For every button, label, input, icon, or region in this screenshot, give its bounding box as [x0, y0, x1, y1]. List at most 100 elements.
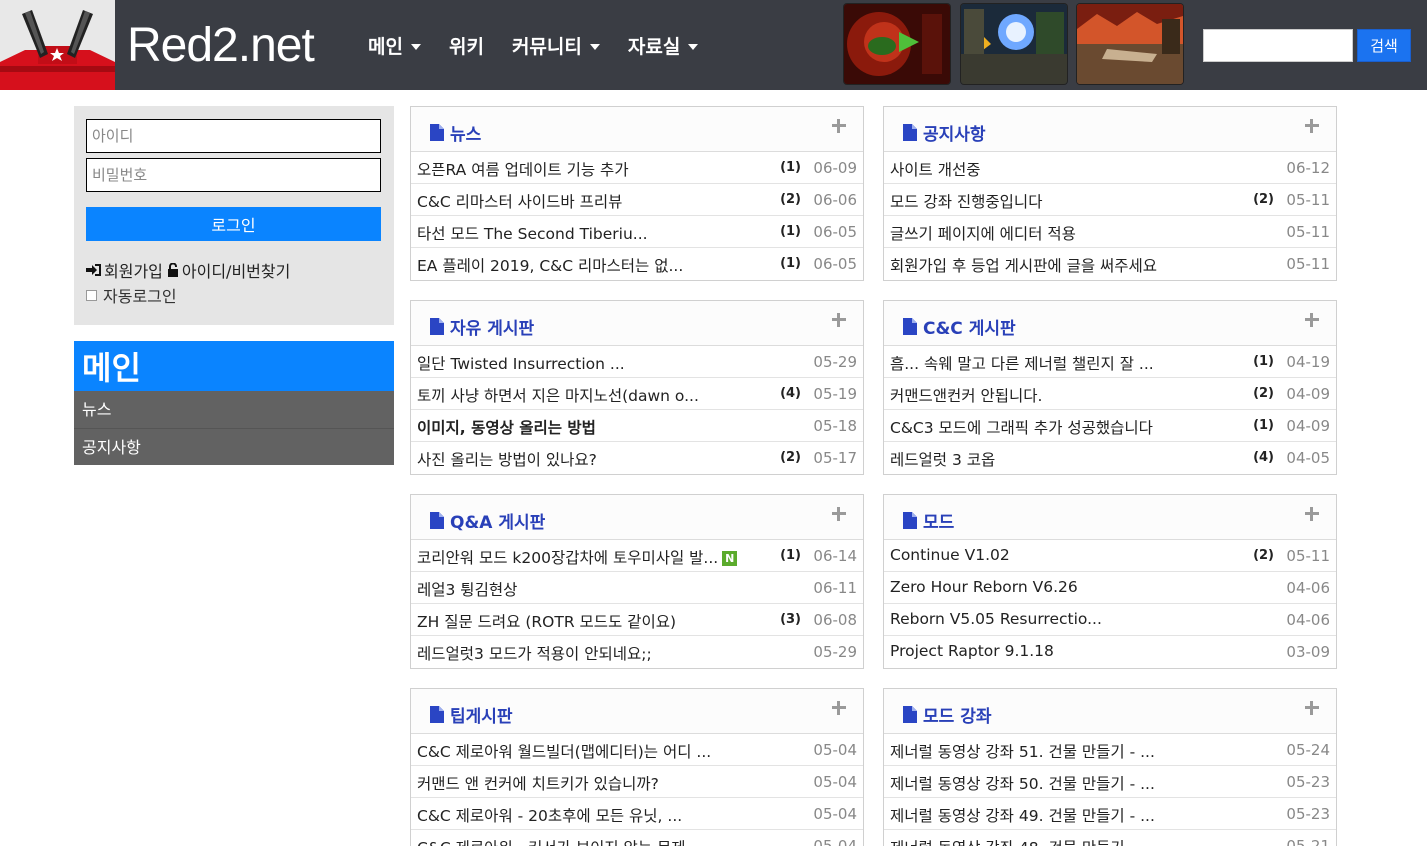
board-title[interactable]: 자유 게시판 [430, 314, 534, 339]
post-title[interactable]: 모드 강좌 진행중입니다 [890, 190, 1042, 212]
side-menu-item-news[interactable]: 뉴스 [74, 391, 394, 428]
post-title[interactable]: C&C 제로아워 - 20초후에 모든 유닛, ... [417, 804, 682, 826]
post-title[interactable]: C&C3 모드에 그래픽 추가 성공했습니다 [890, 416, 1153, 438]
board-post-row[interactable]: Continue V1.02 (2) 05-11 [884, 540, 1336, 572]
post-title[interactable]: C&C 제로아워 월드빌더(맵에디터)는 어디 ... [417, 740, 711, 762]
plus-icon[interactable] [831, 700, 847, 716]
post-title[interactable]: Project Raptor 9.1.18 [890, 642, 1054, 660]
board-post-row[interactable]: EA 플레이 2019, C&C 리마스터는 없... (1) 06-05 [411, 248, 863, 280]
board-title[interactable]: 뉴스 [430, 120, 481, 145]
board-post-row[interactable]: 사이트 개선중 06-12 [884, 152, 1336, 184]
site-logo[interactable] [0, 0, 115, 90]
board-post-row[interactable]: Zero Hour Reborn V6.26 04-06 [884, 572, 1336, 604]
post-title[interactable]: 토끼 사냥 하면서 지은 마지노선(dawn o... [417, 384, 699, 406]
plus-icon[interactable] [831, 312, 847, 328]
post-title[interactable]: 사진 올리는 방법이 있나요? [417, 448, 597, 470]
board-title[interactable]: Q&A 게시판 [430, 508, 545, 533]
post-title[interactable]: 커맨드앤컨커 안됩니다. [890, 384, 1042, 406]
post-title[interactable]: 레드얼럿 3 코옵 [890, 448, 995, 470]
plus-icon[interactable] [831, 118, 847, 134]
plus-icon[interactable] [1304, 118, 1320, 134]
board-title[interactable]: 모드 강좌 [903, 702, 991, 727]
board-post-row[interactable]: 레얼3 튕김현상 06-11 [411, 572, 863, 604]
plus-icon[interactable] [1304, 506, 1320, 522]
board-post-row[interactable]: 제너럴 동영상 강좌 50. 건물 만들기 - ... 05-23 [884, 766, 1336, 798]
board-post-row[interactable]: C&C 리마스터 사이드바 프리뷰 (2) 06-06 [411, 184, 863, 216]
board-post-row[interactable]: 오픈RA 여름 업데이트 기능 추가 (1) 06-09 [411, 152, 863, 184]
board-post-row[interactable]: C&C 제로아워 - 20초후에 모든 유닛, ... 05-04 [411, 798, 863, 830]
post-title[interactable]: 이미지, 동영상 올리는 방법 [417, 416, 596, 438]
board-post-row[interactable]: 제너럴 동영상 강좌 48. 건물 만들기 - ... 05-21 [884, 830, 1336, 846]
board-post-row[interactable]: Reborn V5.05 Resurrectio... 04-06 [884, 604, 1336, 636]
plus-icon[interactable] [831, 506, 847, 522]
post-title[interactable]: 레드얼럿3 모드가 적용이 안되네요;; [417, 642, 652, 664]
post-title[interactable]: 제너럴 동영상 강좌 49. 건물 만들기 - ... [890, 804, 1155, 826]
board-post-row[interactable]: C&C 제로아워 - 커서가 보이지 않는 문제 05-04 [411, 830, 863, 846]
post-title[interactable]: C&C 리마스터 사이드바 프리뷰 [417, 190, 622, 212]
board-post-row[interactable]: 토끼 사냥 하면서 지은 마지노선(dawn o... (4) 05-19 [411, 378, 863, 410]
board-post-row[interactable]: 일단 Twisted Insurrection ... 05-29 [411, 346, 863, 378]
board-post-row[interactable]: Project Raptor 9.1.18 03-09 [884, 636, 1336, 668]
banner-image-3[interactable] [1077, 4, 1183, 84]
post-title[interactable]: 사이트 개선중 [890, 158, 981, 180]
board-post-row[interactable]: 글쓰기 페이지에 에디터 적용 05-11 [884, 216, 1336, 248]
board-post-row[interactable]: 회원가입 후 등업 게시판에 글을 써주세요 05-11 [884, 248, 1336, 280]
post-title[interactable]: ZH 질문 드려요 (ROTR 모드도 같이요) [417, 610, 676, 632]
plus-icon[interactable] [1304, 312, 1320, 328]
board-title[interactable]: 공지사항 [903, 120, 986, 145]
user-id-input[interactable] [86, 119, 381, 153]
board-post-row[interactable]: 제너럴 동영상 강좌 49. 건물 만들기 - ... 05-23 [884, 798, 1336, 830]
login-button[interactable]: 로그인 [86, 207, 381, 241]
nav-wiki[interactable]: 위키 [449, 30, 484, 64]
board-post-row[interactable]: C&C 제로아워 월드빌더(맵에디터)는 어디 ... 05-04 [411, 734, 863, 766]
post-title[interactable]: 제너럴 동영상 강좌 48. 건물 만들기 - ... [890, 836, 1155, 846]
board-post-row[interactable]: ZH 질문 드려요 (ROTR 모드도 같이요) (3) 06-08 [411, 604, 863, 636]
board-title[interactable]: C&C 게시판 [903, 314, 1016, 339]
password-input[interactable] [86, 158, 381, 192]
board-post-row[interactable]: 이미지, 동영상 올리는 방법 05-18 [411, 410, 863, 442]
banner-image-1[interactable] [844, 4, 950, 84]
board-title[interactable]: 팁게시판 [430, 702, 513, 727]
nav-main[interactable]: 메인 [368, 30, 421, 64]
plus-icon[interactable] [1304, 700, 1320, 716]
auto-login-checkbox[interactable] [86, 289, 97, 301]
post-title[interactable]: Continue V1.02 [890, 546, 1010, 564]
find-account-link[interactable]: 아이디/비번찾기 [167, 258, 290, 282]
post-title[interactable]: 제너럴 동영상 강좌 51. 건물 만들기 - ... [890, 740, 1155, 762]
post-title[interactable]: 코리안워 모드 k200장갑차에 토우미사일 발... N [417, 546, 738, 568]
post-title[interactable]: C&C 제로아워 - 커서가 보이지 않는 문제 [417, 836, 686, 846]
post-title[interactable]: 회원가입 후 등업 게시판에 글을 써주세요 [890, 254, 1157, 276]
nav-downloads[interactable]: 자료실 [628, 30, 699, 64]
post-title[interactable]: 글쓰기 페이지에 에디터 적용 [890, 222, 1076, 244]
post-title[interactable]: Zero Hour Reborn V6.26 [890, 578, 1078, 596]
board-post-row[interactable]: 레드얼럿 3 코옵 (4) 04-05 [884, 442, 1336, 474]
auto-login-option[interactable]: 자동로그인 [86, 283, 177, 307]
post-title[interactable]: 레얼3 튕김현상 [417, 578, 517, 600]
site-brand-title[interactable]: Red2.net [127, 18, 315, 74]
board-post-row[interactable]: 사진 올리는 방법이 있나요? (2) 05-17 [411, 442, 863, 474]
board-post-row[interactable]: 커맨드앤컨커 안됩니다. (2) 04-09 [884, 378, 1336, 410]
board-post-row[interactable]: 제너럴 동영상 강좌 51. 건물 만들기 - ... 05-24 [884, 734, 1336, 766]
post-title[interactable]: 제너럴 동영상 강좌 50. 건물 만들기 - ... [890, 772, 1155, 794]
nav-community[interactable]: 커뮤니티 [512, 30, 600, 64]
signup-link[interactable]: 회원가입 [86, 258, 163, 282]
post-title[interactable]: EA 플레이 2019, C&C 리마스터는 없... [417, 254, 683, 276]
search-button[interactable]: 검색 [1357, 29, 1411, 62]
board-post-row[interactable]: C&C3 모드에 그래픽 추가 성공했습니다 (1) 04-09 [884, 410, 1336, 442]
search-input[interactable] [1203, 29, 1353, 62]
board-title[interactable]: 모드 [903, 508, 954, 533]
board-post-row[interactable]: 레드얼럿3 모드가 적용이 안되네요;; 05-29 [411, 636, 863, 668]
board-post-row[interactable]: 커맨드 앤 컨커에 치트키가 있습니까? 05-04 [411, 766, 863, 798]
post-title[interactable]: 오픈RA 여름 업데이트 기능 추가 [417, 158, 629, 180]
post-title[interactable]: 흠... 속웨 말고 다른 제너럴 챌린지 잘 ... [890, 352, 1154, 374]
banner-image-2[interactable] [961, 4, 1067, 84]
post-title[interactable]: 일단 Twisted Insurrection ... [417, 352, 625, 374]
post-title[interactable]: Reborn V5.05 Resurrectio... [890, 610, 1102, 628]
board-post-row[interactable]: 코리안워 모드 k200장갑차에 토우미사일 발... N (1) 06-14 [411, 540, 863, 572]
post-title[interactable]: 타선 모드 The Second Tiberiu... [417, 222, 648, 244]
board-post-row[interactable]: 타선 모드 The Second Tiberiu... (1) 06-05 [411, 216, 863, 248]
side-menu-item-notice[interactable]: 공지사항 [74, 429, 394, 465]
board-post-row[interactable]: 모드 강좌 진행중입니다 (2) 05-11 [884, 184, 1336, 216]
post-title[interactable]: 커맨드 앤 컨커에 치트키가 있습니까? [417, 772, 659, 794]
board-post-row[interactable]: 흠... 속웨 말고 다른 제너럴 챌린지 잘 ... (1) 04-19 [884, 346, 1336, 378]
